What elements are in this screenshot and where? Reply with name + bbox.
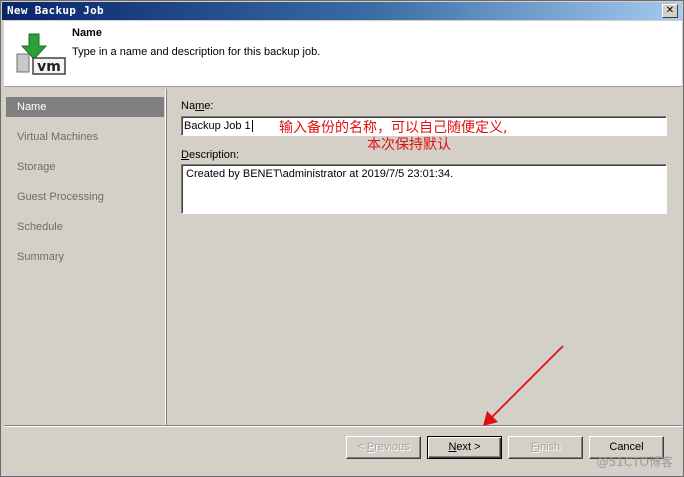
finish-button[interactable]: Finish	[508, 436, 583, 459]
description-label: Description:	[181, 149, 240, 161]
page-title: Name	[72, 27, 102, 39]
sidebar-item-label: Virtual Machines	[17, 131, 99, 143]
sidebar-item-guest-processing[interactable]: Guest Processing	[6, 187, 164, 207]
title-bar[interactable]: New Backup Job ✕	[2, 2, 682, 20]
close-icon: ✕	[665, 5, 675, 16]
name-label: Name:	[181, 100, 214, 112]
sidebar-item-schedule[interactable]: Schedule	[6, 217, 164, 237]
window-title: New Backup Job	[7, 4, 104, 17]
vm-icon-text: vm	[37, 59, 61, 75]
wizard-steps-sidebar: Name Virtual Machines Storage Guest Proc…	[4, 89, 166, 425]
sidebar-item-label: Storage	[17, 161, 56, 173]
close-button[interactable]: ✕	[662, 4, 678, 18]
annotation-arrow-icon	[483, 345, 564, 426]
sidebar-item-label: Name	[17, 101, 47, 113]
sidebar-item-summary[interactable]: Summary	[6, 247, 164, 267]
job-name-value: Backup Job 1	[184, 120, 251, 132]
next-button[interactable]: Next >	[427, 436, 502, 459]
annotation-line-2: 本次保持默认	[367, 137, 451, 153]
page-description: Type in a name and description for this …	[72, 46, 321, 58]
wizard-header: vm Name Type in a name and description f…	[4, 21, 682, 87]
watermark: @51CTO博客	[596, 455, 673, 469]
description-field[interactable]: Created by BENET\administrator at 2019/7…	[181, 164, 667, 214]
sidebar-item-label: Guest Processing	[17, 191, 104, 203]
sidebar-item-virtual-machines[interactable]: Virtual Machines	[6, 127, 164, 147]
sidebar-item-label: Summary	[17, 251, 65, 263]
dialog-window: New Backup Job ✕ vm Name Type in a name …	[0, 0, 684, 477]
previous-button[interactable]: < Previous	[346, 436, 421, 459]
vm-download-icon: vm	[16, 33, 66, 75]
sidebar-item-storage[interactable]: Storage	[6, 157, 164, 177]
sidebar-item-label: Schedule	[17, 221, 63, 233]
sidebar-item-name[interactable]: Name	[6, 97, 164, 117]
description-value: Created by BENET\administrator at 2019/7…	[186, 168, 454, 180]
footer-divider	[4, 425, 682, 427]
